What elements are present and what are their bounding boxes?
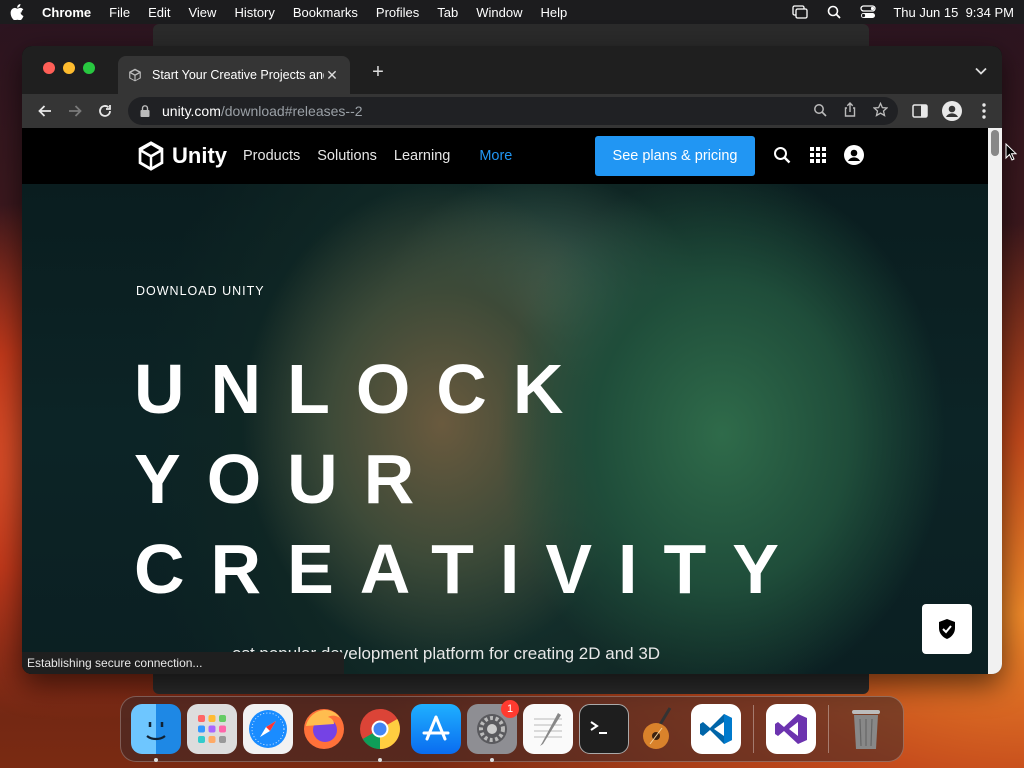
recaptcha-badge[interactable] [922,604,972,654]
nav-solutions[interactable]: Solutions [317,148,377,164]
zoom-lens-icon[interactable] [813,103,827,120]
lock-icon[interactable] [138,104,152,118]
logo-text: Unity [172,143,227,168]
dock-separator [753,705,754,753]
spotlight-icon[interactable] [825,4,843,20]
shield-check-icon [939,619,955,639]
dock-terminal-icon[interactable] [579,704,629,754]
hero-section: DOWNLOAD UNITY UNLOCK YOUR CREATIVITY os… [22,184,988,674]
notification-badge: 1 [501,700,519,718]
tab-search-chevron-icon[interactable] [974,64,988,78]
bookmark-star-icon[interactable] [872,101,889,120]
nav-more[interactable]: More [479,148,512,164]
scrollbar-thumb[interactable] [991,130,999,156]
unity-favicon-icon [128,67,144,83]
nav-learning[interactable]: Learning [394,148,450,164]
close-window-button[interactable] [43,62,55,74]
unity-cube-icon [138,141,164,171]
dock-safari-icon[interactable] [243,704,293,754]
unity-logo[interactable]: Unity [136,140,227,172]
minimize-window-button[interactable] [63,62,75,74]
url-domain: unity.com [162,103,221,119]
new-tab-button[interactable]: + [368,62,388,82]
hero-eyebrow: DOWNLOAD UNITY [136,284,265,298]
unity-site-header: Unity Products Solutions Learning More S… [22,128,988,184]
see-plans-pricing-button[interactable]: See plans & pricing [595,136,755,176]
status-bubble: Establishing secure connection... [22,652,344,674]
menu-chrome[interactable]: Chrome [42,5,91,20]
chrome-menu-icon[interactable] [974,101,994,121]
chrome-window: Start Your Creative Projects and ✕ + uni… [22,46,1002,674]
dock-textedit-icon[interactable] [523,704,573,754]
menu-edit[interactable]: Edit [148,5,170,20]
share-icon[interactable] [843,102,857,120]
site-search-icon[interactable] [772,144,792,166]
headline-line-3: CREATIVITY [134,530,805,608]
control-center-icon[interactable] [859,4,877,20]
dock-finder-icon[interactable] [131,704,181,762]
dock-chrome-icon[interactable] [355,704,405,762]
browser-toolbar: unity.com/download#releases--2 [22,94,1002,128]
headline-line-1: UNLOCK [134,350,590,428]
menu-profiles[interactable]: Profiles [376,5,419,20]
menubar-clock[interactable]: Thu Jun 15 9:34 PM [893,5,1014,20]
hero-headline: UNLOCK YOUR CREATIVITY [134,344,805,614]
menu-view[interactable]: View [188,5,216,20]
tab-strip: Start Your Creative Projects and ✕ + [22,46,1002,94]
menu-bookmarks[interactable]: Bookmarks [293,5,358,20]
screen-mirroring-icon[interactable] [791,4,809,20]
macos-dock: 1 [120,696,904,762]
dock-system-preferences-icon[interactable]: 1 [467,700,519,762]
menu-help[interactable]: Help [541,5,568,20]
dock-trash-icon[interactable] [841,704,891,754]
apple-icon[interactable] [10,3,28,21]
page-viewport: Unity Products Solutions Learning More S… [22,128,1002,674]
apps-grid-icon[interactable] [808,144,828,166]
browser-tab-active[interactable]: Start Your Creative Projects and ✕ [118,56,350,94]
window-controls [43,62,95,74]
forward-button[interactable] [60,97,90,125]
page-scrollbar[interactable] [988,128,1002,674]
dock-vscode-icon[interactable] [691,704,741,754]
menu-tab[interactable]: Tab [437,5,458,20]
menu-window[interactable]: Window [476,5,522,20]
nav-products[interactable]: Products [243,148,300,164]
tab-title: Start Your Creative Projects and [152,68,324,82]
mouse-cursor-icon [1005,143,1017,161]
menu-file[interactable]: File [109,5,130,20]
headline-line-2: YOUR [134,440,441,518]
profile-icon[interactable] [942,101,962,121]
dock-launchpad-icon[interactable] [187,704,237,754]
dock-firefox-icon[interactable] [299,704,349,754]
url-path: /download#releases--2 [220,103,363,119]
reload-button[interactable] [90,97,120,125]
side-panel-icon[interactable] [910,101,930,121]
macos-menu-bar: Chrome File Edit View History Bookmarks … [0,0,1024,24]
account-icon[interactable] [844,144,864,166]
menu-history[interactable]: History [234,5,274,20]
tab-close-icon[interactable]: ✕ [324,67,340,83]
dock-separator [828,705,829,753]
back-button[interactable] [30,97,60,125]
zoom-window-button[interactable] [83,62,95,74]
address-bar[interactable]: unity.com/download#releases--2 [128,97,898,125]
dock-app-store-icon[interactable] [411,704,461,754]
dock-garageband-icon[interactable] [635,704,685,754]
dock-visual-studio-icon[interactable] [766,704,816,754]
